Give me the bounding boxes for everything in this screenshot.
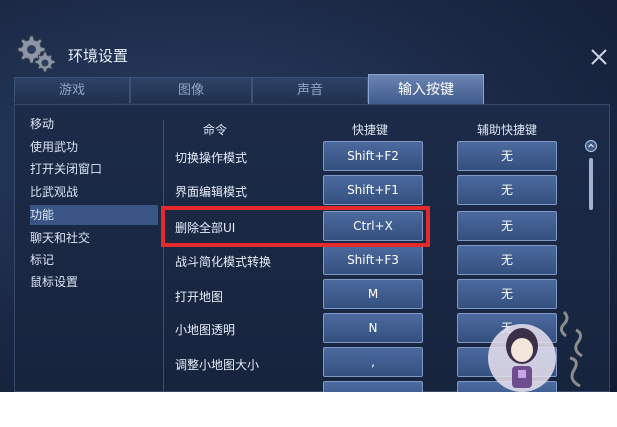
command-label: 调整小地图大小 <box>175 358 260 372</box>
shortcut-button[interactable] <box>323 381 423 392</box>
aux-shortcut-button[interactable]: 无 <box>457 175 557 205</box>
aux-shortcut-button[interactable]: 无 <box>457 211 557 241</box>
header-command: 命令 <box>203 123 228 137</box>
tab-graphics[interactable]: 图像 <box>130 77 252 103</box>
sidebar: 移动 使用武功 打开关闭窗口 比武观战 功能 聊天和社交 标记 鼠标设置 <box>14 112 162 392</box>
sidebar-item-mark[interactable]: 标记 <box>30 250 158 270</box>
command-label: 战斗简化模式转换 <box>175 255 272 269</box>
command-label: 切换操作模式 <box>175 151 248 165</box>
sidebar-item-function[interactable]: 功能 <box>30 205 158 225</box>
shortcut-button[interactable]: Shift+F3 <box>323 245 423 275</box>
close-icon[interactable] <box>588 46 610 68</box>
sidebar-item-skills[interactable]: 使用武功 <box>30 137 158 157</box>
tab-input-keys[interactable]: 输入按键 <box>368 74 484 104</box>
scrollbar-thumb[interactable] <box>589 158 593 210</box>
aux-shortcut-button[interactable]: 无 <box>457 141 557 171</box>
sidebar-item-windows[interactable]: 打开关闭窗口 <box>30 159 158 179</box>
watermark-mascot <box>488 310 583 392</box>
aux-shortcut-button[interactable]: 无 <box>457 245 557 275</box>
sidebar-item-duel[interactable]: 比武观战 <box>30 182 158 202</box>
shortcut-button[interactable]: Shift+F1 <box>323 175 423 205</box>
tab-bar: 游戏 图像 声音 输入按键 <box>14 74 617 104</box>
column-divider <box>163 120 164 392</box>
header-aux-shortcut: 辅助快捷键 <box>477 123 538 137</box>
shortcut-button[interactable]: N <box>323 313 423 343</box>
title-bar: 环境设置 <box>0 35 617 74</box>
command-label: 小地图透明 <box>175 323 236 337</box>
command-label: 界面编辑模式 <box>175 185 248 199</box>
tab-game[interactable]: 游戏 <box>14 77 130 103</box>
tab-sound[interactable]: 声音 <box>252 77 368 103</box>
sidebar-item-chat[interactable]: 聊天和社交 <box>30 228 158 248</box>
gear-icon <box>17 35 56 73</box>
sidebar-item-move[interactable]: 移动 <box>30 114 158 134</box>
window-title: 环境设置 <box>68 47 129 65</box>
command-label: 打开地图 <box>175 290 224 304</box>
highlight-frame <box>161 206 430 247</box>
shortcut-button[interactable]: , <box>323 347 423 377</box>
sidebar-item-mouse[interactable]: 鼠标设置 <box>30 272 158 292</box>
header-shortcut: 快捷键 <box>352 123 389 137</box>
scroll-up-icon[interactable] <box>585 140 597 152</box>
shortcut-button[interactable]: Shift+F2 <box>323 141 423 171</box>
shortcut-button[interactable]: M <box>323 279 423 309</box>
